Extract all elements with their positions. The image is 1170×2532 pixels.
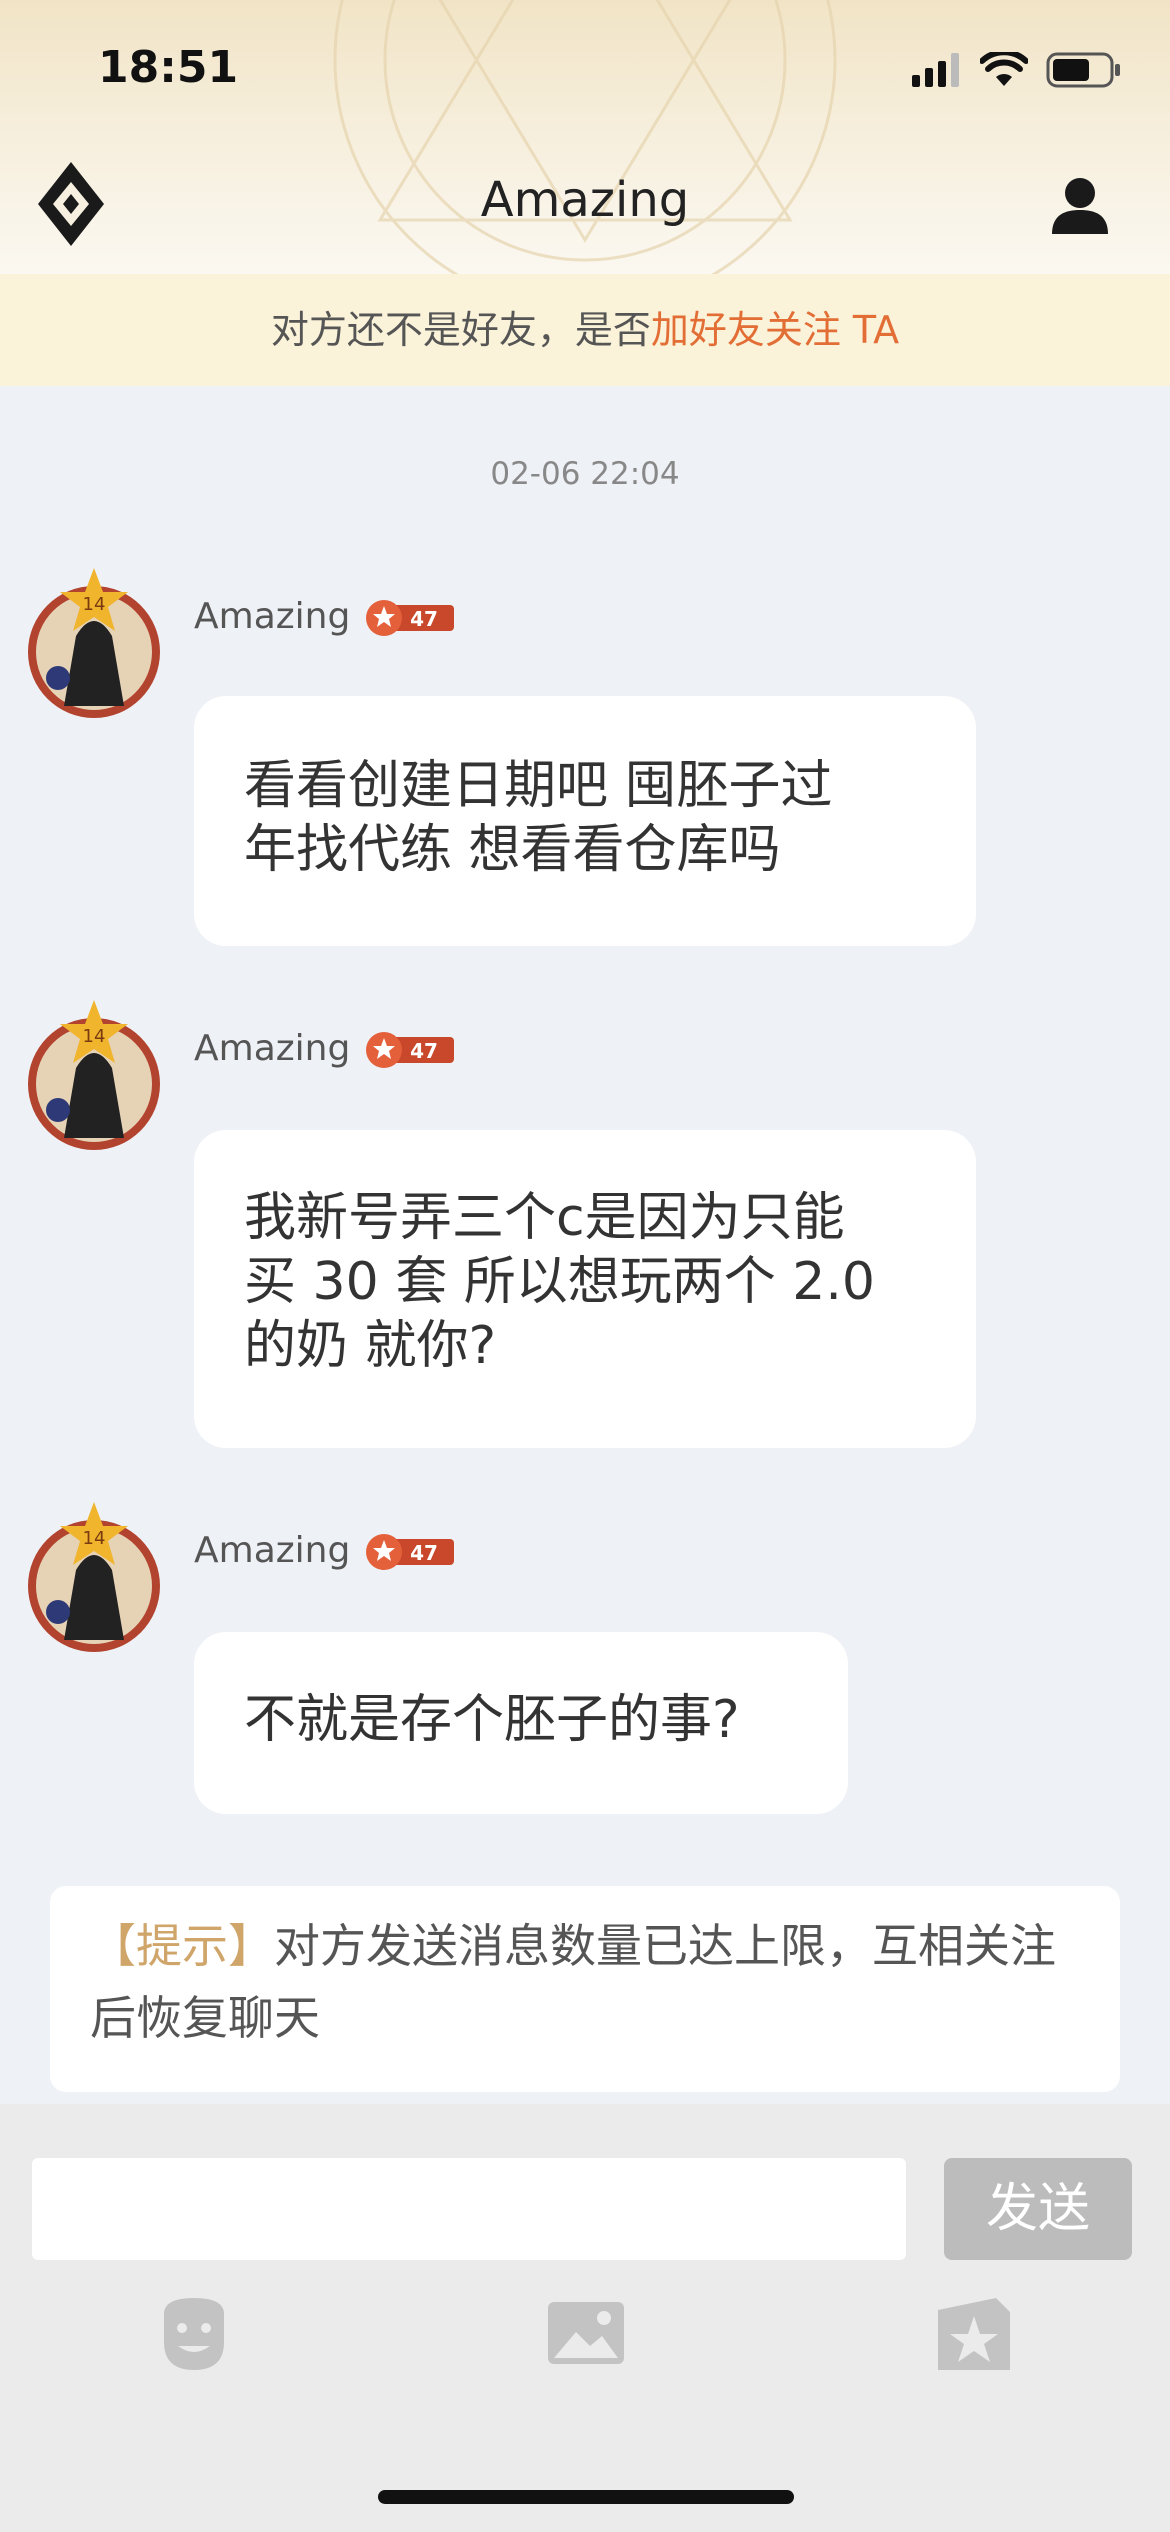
message-text: 不就是存个胚子的事? [244, 1690, 740, 1750]
wifi-icon [980, 52, 1028, 86]
level-badge: 47 [366, 599, 455, 636]
avatar-level-label: 14 [83, 594, 106, 615]
message-bubble[interactable]: 看看创建日期吧 囤胚子过 年找代练 想看看仓库吗 [194, 696, 976, 946]
message-header: Amazing 47 [194, 1530, 456, 1571]
signal-icon [912, 53, 959, 87]
profile-icon[interactable] [1050, 176, 1110, 236]
status-time: 18:51 [98, 42, 239, 93]
level-number: 47 [410, 1039, 438, 1063]
message-header: Amazing 47 [194, 596, 456, 637]
image-icon[interactable] [546, 2294, 626, 2374]
sender-name: Amazing [194, 1530, 351, 1571]
level-badge: 47 [366, 1533, 455, 1570]
notice-tag: 【提示】 [90, 1919, 274, 1973]
limit-notice: 【提示】对方发送消息数量已达上限，互相关注后恢复聊天 [50, 1886, 1120, 2092]
home-indicator[interactable] [378, 2490, 794, 2504]
avatar-level-label: 14 [83, 1026, 106, 1047]
message-text: 看看创建日期吧 囤胚子过 年找代练 想看看仓库吗 [244, 756, 833, 880]
sticker-icon[interactable] [934, 2294, 1014, 2374]
chat-timestamp: 02-06 22:04 [490, 456, 680, 492]
message-composer: 发送 [0, 2104, 1170, 2532]
app-header: 18:51 Amazing [0, 0, 1170, 274]
send-button[interactable]: 发送 [944, 2158, 1132, 2260]
level-number: 47 [410, 1541, 438, 1565]
message-header: Amazing 47 [194, 1028, 456, 1069]
emoji-icon[interactable] [154, 2294, 234, 2374]
level-badge: 47 [366, 1031, 455, 1068]
message-bubble[interactable]: 不就是存个胚子的事? [194, 1632, 848, 1814]
avatar-level-label: 14 [83, 1528, 106, 1549]
friend-request-banner: 对方还不是好友，是否加好友关注 TA [0, 274, 1170, 386]
add-friend-link[interactable]: 加好友关注 TA [651, 308, 899, 352]
friend-banner-text: 对方还不是好友，是否 [270, 308, 651, 352]
message-bubble[interactable]: 我新号弄三个c是因为只能 买 30 套 所以想玩两个 2.0 的奶 就你? [194, 1130, 976, 1448]
level-number: 47 [410, 607, 438, 631]
status-icons [912, 52, 1122, 88]
avatar[interactable]: 14 [24, 1500, 166, 1660]
sender-name: Amazing [194, 1028, 351, 1069]
avatar[interactable]: 14 [24, 998, 166, 1158]
message-text: 我新号弄三个c是因为只能 买 30 套 所以想玩两个 2.0 的奶 就你? [244, 1188, 875, 1376]
battery-icon [1046, 52, 1120, 88]
avatar[interactable]: 14 [24, 566, 166, 726]
sender-name: Amazing [194, 596, 351, 637]
page-title: Amazing [480, 172, 690, 228]
message-input[interactable] [32, 2158, 906, 2260]
